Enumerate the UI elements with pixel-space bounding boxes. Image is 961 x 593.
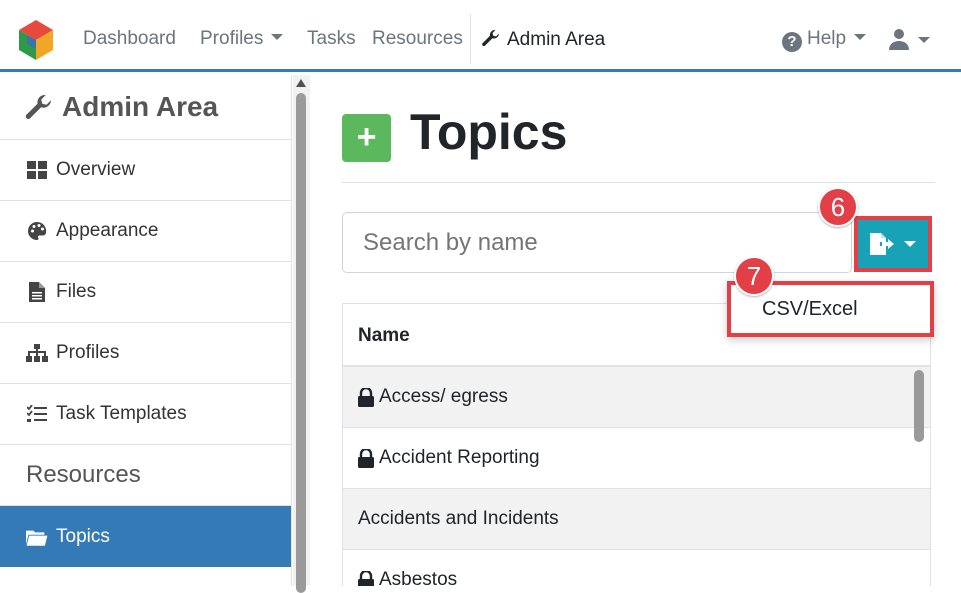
- sidebar-item-overview[interactable]: Overview: [0, 140, 291, 201]
- chevron-down-icon: [854, 34, 867, 41]
- nav-divider: [470, 14, 471, 64]
- scroll-up-arrow-icon[interactable]: [296, 79, 306, 87]
- sidebar-item-profiles[interactable]: Profiles: [0, 323, 291, 384]
- nav-help-label: Help: [807, 28, 847, 49]
- admin-sidebar: Admin Area Overview Appearance Files Pro…: [0, 75, 292, 586]
- title-divider: [342, 182, 935, 183]
- wrench-icon: [482, 29, 499, 47]
- sidebar-section-resources: Resources: [0, 445, 291, 506]
- top-navbar: Dashboard Profiles Tasks Resources Admin…: [0, 0, 961, 72]
- topic-name: Accident Reporting: [379, 447, 540, 468]
- table-row[interactable]: Accident Reporting: [343, 428, 930, 489]
- user-menu-dropdown[interactable]: [888, 28, 930, 51]
- nav-resources[interactable]: Resources: [372, 28, 463, 50]
- sidebar-title: Admin Area: [0, 75, 291, 140]
- grid-icon: [26, 159, 48, 181]
- lock-icon: [358, 448, 374, 468]
- palette-icon: [26, 220, 48, 242]
- nav-dashboard[interactable]: Dashboard: [83, 28, 176, 50]
- sidebar-title-label: Admin Area: [62, 91, 219, 122]
- export-dropdown-button[interactable]: [854, 216, 932, 272]
- sidebar-item-label: Files: [56, 281, 97, 302]
- topic-name: Asbestos: [379, 569, 458, 586]
- topics-table: Name Access/ egress Accident Reporting A…: [342, 303, 931, 586]
- user-icon: [889, 29, 909, 50]
- add-topic-button[interactable]: +: [342, 114, 391, 162]
- annotation-badge-7: 7: [734, 256, 774, 296]
- table-row[interactable]: Accidents and Incidents: [343, 489, 930, 550]
- sitemap-icon: [26, 342, 48, 364]
- app-logo[interactable]: [17, 20, 55, 60]
- lock-icon: [358, 387, 374, 407]
- sidebar-item-label: Overview: [56, 159, 136, 180]
- nav-profiles-dropdown[interactable]: Profiles: [200, 28, 284, 50]
- main-content: + Topics 6 Name Access/ egress Accident …: [310, 75, 961, 586]
- nav-admin-area[interactable]: Admin Area: [481, 28, 605, 51]
- question-circle-icon: ?: [782, 32, 802, 52]
- nav-tasks[interactable]: Tasks: [307, 28, 356, 50]
- sidebar-item-appearance[interactable]: Appearance: [0, 201, 291, 262]
- table-scrollbar-thumb[interactable]: [914, 370, 924, 442]
- topic-name: Accidents and Incidents: [358, 508, 559, 529]
- sidebar-scrollbar[interactable]: [293, 75, 310, 593]
- sidebar-item-label: Profiles: [56, 342, 120, 363]
- nav-admin-label: Admin Area: [507, 29, 606, 50]
- file-icon: [26, 281, 48, 303]
- table-row[interactable]: Asbestos: [343, 550, 930, 586]
- nav-profiles-label: Profiles: [200, 28, 264, 49]
- search-input[interactable]: [342, 212, 852, 273]
- table-row[interactable]: Access/ egress: [343, 367, 930, 428]
- sidebar-item-label: Appearance: [56, 220, 159, 241]
- sidebar-item-task-templates[interactable]: Task Templates: [0, 384, 291, 445]
- nav-help-dropdown[interactable]: ? Help: [782, 28, 867, 52]
- sidebar-item-label: Topics: [56, 525, 110, 547]
- sidebar-item-label: Task Templates: [56, 403, 187, 424]
- sidebar-item-topics[interactable]: Topics: [0, 506, 291, 567]
- wrench-icon: [25, 94, 51, 120]
- tasks-icon: [26, 403, 48, 425]
- file-export-icon: [870, 233, 894, 255]
- annotation-badge-6: 6: [818, 187, 858, 227]
- folder-icon: [26, 526, 48, 548]
- chevron-down-icon: [271, 34, 284, 41]
- topic-name: Access/ egress: [379, 386, 508, 407]
- scrollbar-thumb[interactable]: [296, 93, 306, 593]
- chevron-down-icon: [904, 241, 916, 247]
- sidebar-item-files[interactable]: Files: [0, 262, 291, 323]
- page-title: Topics: [410, 104, 568, 160]
- lock-icon: [358, 570, 374, 586]
- chevron-down-icon: [918, 37, 930, 44]
